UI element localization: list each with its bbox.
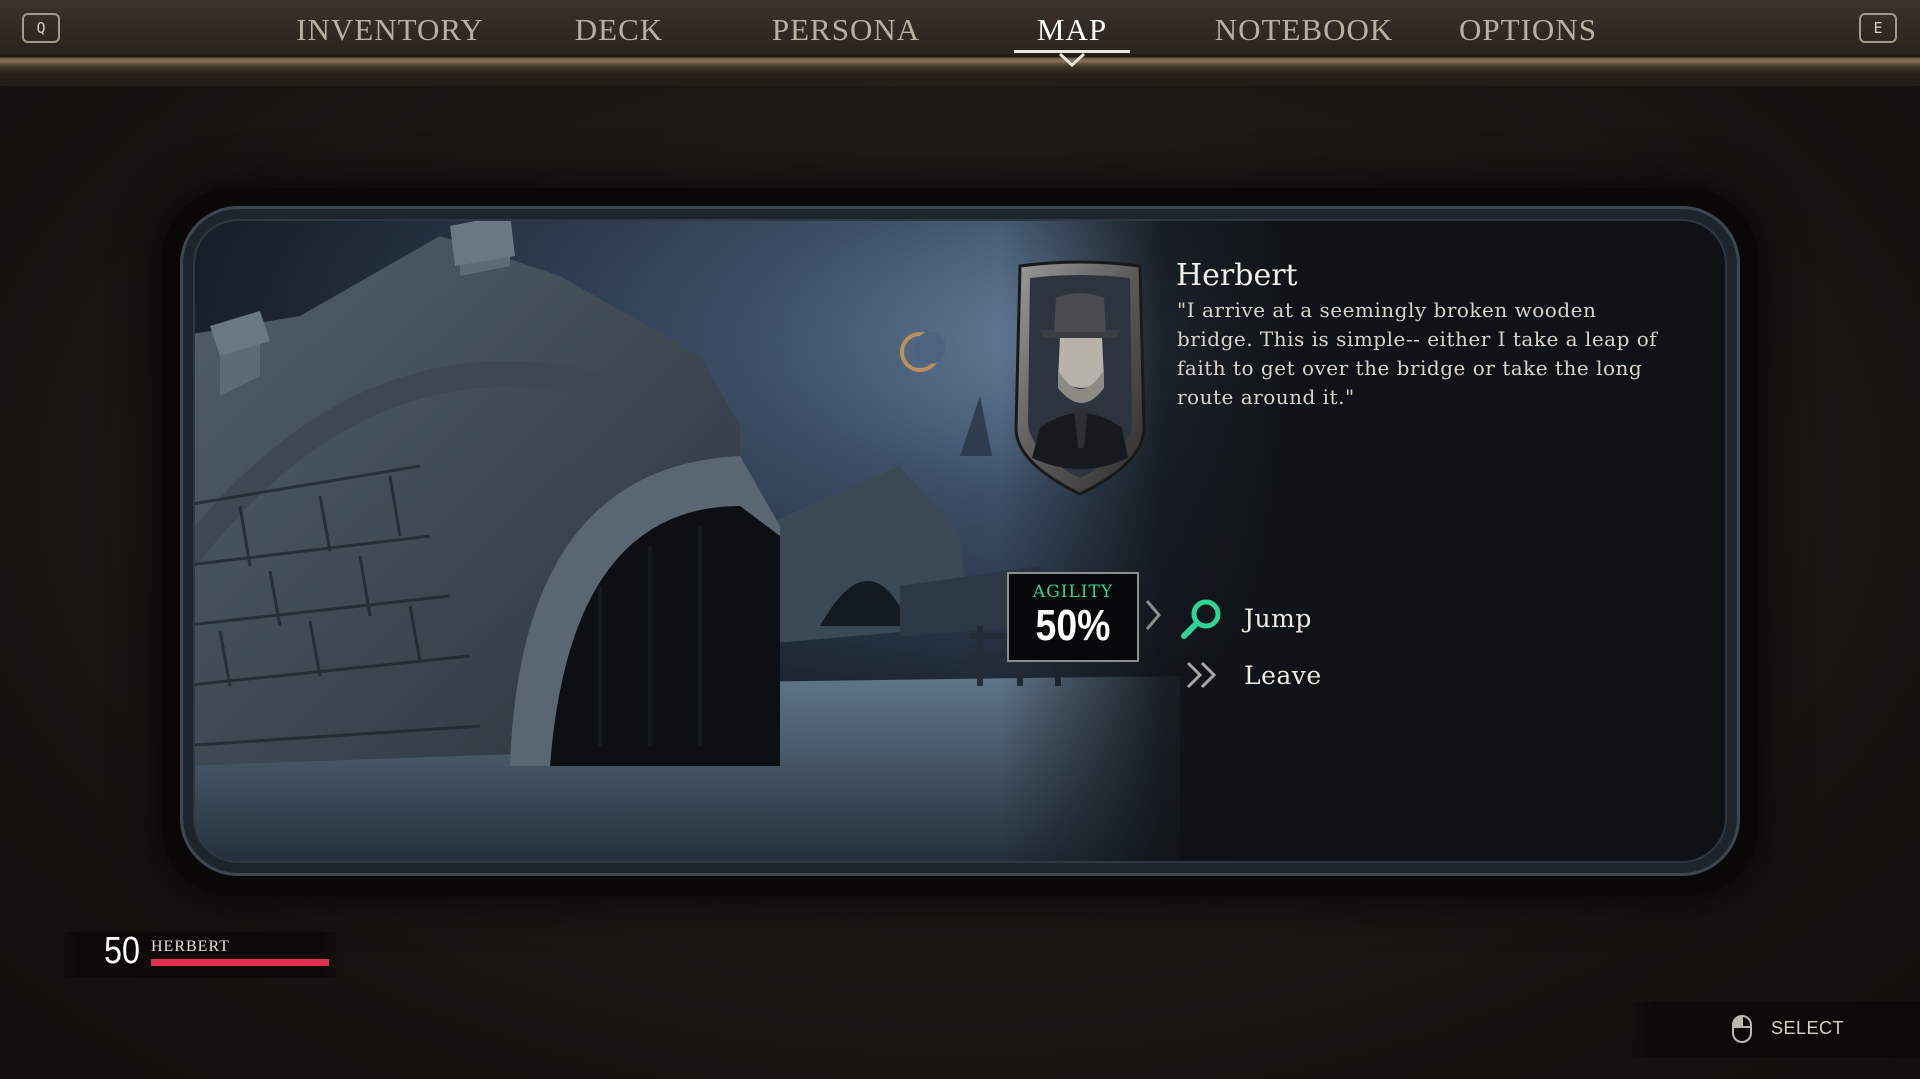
health-bar (151, 959, 329, 966)
select-label: SELECT (1771, 1018, 1845, 1038)
tab-inventory[interactable]: INVENTORY (286, 10, 494, 50)
herbert-portrait (1014, 260, 1146, 496)
skill-check-chance: 50% (1035, 601, 1111, 650)
tab-map[interactable]: MAP (1032, 10, 1112, 50)
next-tab-key-hint[interactable]: E (1859, 13, 1897, 43)
skill-check-label: AGILITY (1032, 582, 1114, 602)
active-tab-caret-icon (1058, 52, 1086, 68)
tab-notebook[interactable]: NOTEBOOK (1208, 10, 1400, 50)
health-bar-fill (151, 959, 329, 966)
double-chevron-icon (1186, 661, 1217, 689)
event-description: "I arrive at a seemingly broken wooden b… (1177, 298, 1658, 409)
chevron-right-icon (1145, 600, 1161, 630)
tab-deck[interactable]: DECK (568, 10, 670, 50)
choice-jump[interactable]: Jump (1178, 596, 1312, 640)
tab-persona[interactable]: PERSONA (768, 10, 924, 50)
character-health-value: 50 (104, 930, 140, 972)
choice-jump-label: Jump (1244, 603, 1312, 633)
magnifier-icon (1181, 599, 1221, 639)
skill-check-box: AGILITY 50% (1007, 572, 1139, 662)
prev-tab-key-hint[interactable]: Q (22, 13, 60, 43)
tab-options[interactable]: OPTIONS (1456, 10, 1600, 50)
nav-trim (0, 54, 1920, 86)
speaker-name: Herbert (1176, 258, 1298, 293)
choice-leave-label: Leave (1244, 660, 1322, 690)
choice-leave[interactable]: Leave (1178, 653, 1322, 697)
character-name: HERBERT (151, 938, 230, 955)
mouse-icon (1732, 1015, 1752, 1043)
